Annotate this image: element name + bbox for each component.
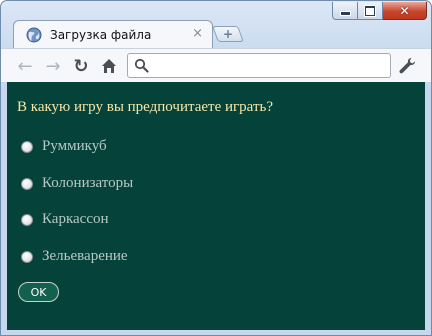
back-button[interactable]: ← [15,55,35,77]
title-bar: ✕ Загрузка файла × + [1,1,431,49]
minimize-icon [340,12,350,15]
plus-icon: + [222,27,234,41]
window-controls: ✕ [332,2,427,21]
minimize-button[interactable] [332,2,358,20]
address-bar[interactable] [127,53,391,78]
browser-tab[interactable]: Загрузка файла × [13,20,213,49]
option-rummikub[interactable]: Руммикуб [21,138,107,155]
ok-button[interactable]: OK [18,282,59,302]
toolbar: ← → ↻ [1,48,431,82]
maximize-button[interactable] [358,2,383,20]
reload-button[interactable]: ↻ [71,55,91,77]
tab-title: Загрузка файла [50,28,152,42]
radio-button[interactable] [21,177,33,190]
option-carcassonne[interactable]: Каркассон [21,211,109,228]
arrow-right-icon: → [45,55,61,77]
option-label: Зельеварение [42,248,128,264]
forward-button[interactable]: → [43,55,63,77]
wrench-icon[interactable] [397,56,417,76]
radio-button[interactable] [21,250,33,263]
option-label: Руммикуб [42,138,107,154]
option-colonizers[interactable]: Колонизаторы [21,175,133,192]
option-potion-making[interactable]: Зельеварение [21,248,128,265]
close-icon: ✕ [399,3,410,18]
new-tab-button[interactable]: + [212,26,244,42]
radio-button[interactable] [21,140,33,153]
globe-icon [26,27,42,43]
maximize-icon [365,5,375,16]
page-content: В какую игру вы предпочитаете играть? Ру… [7,82,425,330]
search-icon [134,58,149,73]
question-label: В какую игру вы предпочитаете играть? [17,99,273,115]
radio-button[interactable] [21,213,33,226]
address-input[interactable] [154,56,388,77]
arrow-left-icon: ← [17,55,33,77]
window-close-button[interactable]: ✕ [383,2,427,20]
home-button[interactable] [99,56,119,76]
tab-close-button[interactable]: × [192,26,203,41]
option-label: Каркассон [42,211,109,227]
option-label: Колонизаторы [42,175,134,191]
browser-window: ✕ Загрузка файла × + ← → ↻ В какую игру … [0,0,432,336]
home-icon [102,59,116,73]
reload-icon: ↻ [73,55,89,77]
